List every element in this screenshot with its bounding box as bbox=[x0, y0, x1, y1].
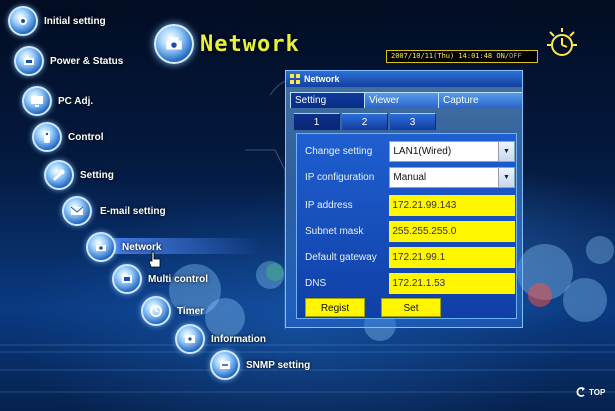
menu-item-label: Multi control bbox=[148, 273, 208, 285]
envelope-icon bbox=[62, 196, 92, 226]
ip-address-label: IP address bbox=[305, 199, 353, 211]
wrench-icon bbox=[44, 160, 74, 190]
clock-icon bbox=[547, 28, 577, 56]
monitor-icon bbox=[22, 86, 52, 116]
subtab-2[interactable]: 2 bbox=[342, 113, 388, 130]
network-title-icon bbox=[154, 24, 194, 64]
menu-item-label: Power & Status bbox=[50, 55, 124, 67]
page-title: Network bbox=[200, 32, 300, 57]
status-on: ON bbox=[496, 52, 505, 60]
snmp-icon bbox=[210, 350, 240, 380]
dns-row: DNS 172.21.1.53 bbox=[305, 272, 515, 294]
ip-configuration-label: IP configuration bbox=[305, 171, 375, 183]
remote-control-icon bbox=[32, 122, 62, 152]
default-gateway-field[interactable]: 172.21.99.1 bbox=[389, 246, 515, 268]
menu-item-label: PC Adj. bbox=[58, 95, 94, 107]
menu-item-label: Timer bbox=[177, 305, 205, 317]
menu-item-power-status[interactable]: Power & Status bbox=[14, 46, 123, 76]
dns-label: DNS bbox=[305, 277, 327, 289]
network-settings-form: Change setting LAN1(Wired) ▼ IP configur… bbox=[296, 133, 517, 319]
grid-icon bbox=[290, 74, 300, 84]
subnet-mask-row: Subnet mask 255.255.255.0 bbox=[305, 220, 515, 242]
ip-configuration-value: Manual bbox=[393, 171, 427, 183]
ip-address-row: IP address 172.21.99.143 bbox=[305, 194, 515, 216]
subtab-3[interactable]: 3 bbox=[390, 113, 436, 130]
top-link[interactable]: TOP bbox=[575, 386, 605, 398]
gear-icon bbox=[8, 6, 38, 36]
top-label: TOP bbox=[589, 387, 606, 397]
change-setting-label: Change setting bbox=[305, 145, 373, 157]
menu-item-snmp-setting[interactable]: SNMP setting bbox=[210, 350, 310, 380]
panel-tabs: Setting Viewer Capture bbox=[290, 92, 522, 108]
set-button[interactable]: Set bbox=[381, 298, 441, 317]
regist-button[interactable]: Regist bbox=[305, 298, 365, 317]
menu-item-label: Initial setting bbox=[44, 15, 106, 27]
power-icon bbox=[14, 46, 44, 76]
menu-item-initial-setting[interactable]: Initial setting bbox=[8, 6, 106, 36]
network-panel: Network Setting Viewer Capture 1 2 3 Cha… bbox=[285, 70, 523, 328]
chevron-down-icon: ▼ bbox=[498, 167, 514, 187]
menu-item-label: Setting bbox=[80, 169, 114, 181]
panel-subtabs: 1 2 3 bbox=[294, 113, 518, 130]
ip-address-field[interactable]: 172.21.99.143 bbox=[389, 194, 515, 216]
tab-viewer[interactable]: Viewer bbox=[364, 92, 438, 108]
chevron-down-icon: ▼ bbox=[498, 141, 514, 161]
ip-configuration-select[interactable]: Manual ▼ bbox=[389, 166, 515, 188]
menu-item-pc-adj[interactable]: PC Adj. bbox=[22, 86, 93, 116]
subnet-mask-field[interactable]: 255.255.255.0 bbox=[389, 220, 515, 242]
menu-item-control[interactable]: Control bbox=[32, 122, 104, 152]
panel-header: Network bbox=[286, 71, 522, 87]
menu-item-timer[interactable]: Timer bbox=[141, 296, 204, 326]
datetime-display: 2007/10/11(Thu) 14:01:48 ON/OFF bbox=[386, 50, 538, 63]
ip-configuration-row: IP configuration Manual ▼ bbox=[305, 166, 515, 188]
menu-item-label: Control bbox=[68, 131, 104, 143]
timer-icon bbox=[141, 296, 171, 326]
default-gateway-label: Default gateway bbox=[305, 251, 377, 263]
subtab-1[interactable]: 1 bbox=[294, 113, 340, 130]
network-icon bbox=[86, 232, 116, 262]
change-setting-value: LAN1(Wired) bbox=[393, 145, 452, 157]
menu-item-setting[interactable]: Setting bbox=[44, 160, 114, 190]
menu-item-label: Information bbox=[211, 333, 266, 345]
change-setting-row: Change setting LAN1(Wired) ▼ bbox=[305, 140, 515, 162]
dns-field[interactable]: 172.21.1.53 bbox=[389, 272, 515, 294]
menu-item-multi-control[interactable]: Multi control bbox=[112, 264, 208, 294]
info-icon bbox=[175, 324, 205, 354]
default-gateway-row: Default gateway 172.21.99.1 bbox=[305, 246, 515, 268]
status-off: OFF bbox=[509, 52, 522, 60]
return-arrow-icon bbox=[576, 387, 585, 397]
panel-title: Network bbox=[304, 74, 340, 84]
menu-item-email-setting[interactable]: E-mail setting bbox=[62, 196, 166, 226]
datetime-value: 2007/10/11(Thu) 14:01:48 bbox=[391, 52, 493, 60]
change-setting-select[interactable]: LAN1(Wired) ▼ bbox=[389, 140, 515, 162]
tab-setting[interactable]: Setting bbox=[290, 92, 364, 108]
subnet-mask-label: Subnet mask bbox=[305, 225, 364, 237]
menu-item-label: SNMP setting bbox=[246, 359, 311, 371]
menu-item-label: E-mail setting bbox=[100, 205, 166, 217]
multi-control-icon bbox=[112, 264, 142, 294]
tab-capture[interactable]: Capture bbox=[438, 92, 522, 108]
